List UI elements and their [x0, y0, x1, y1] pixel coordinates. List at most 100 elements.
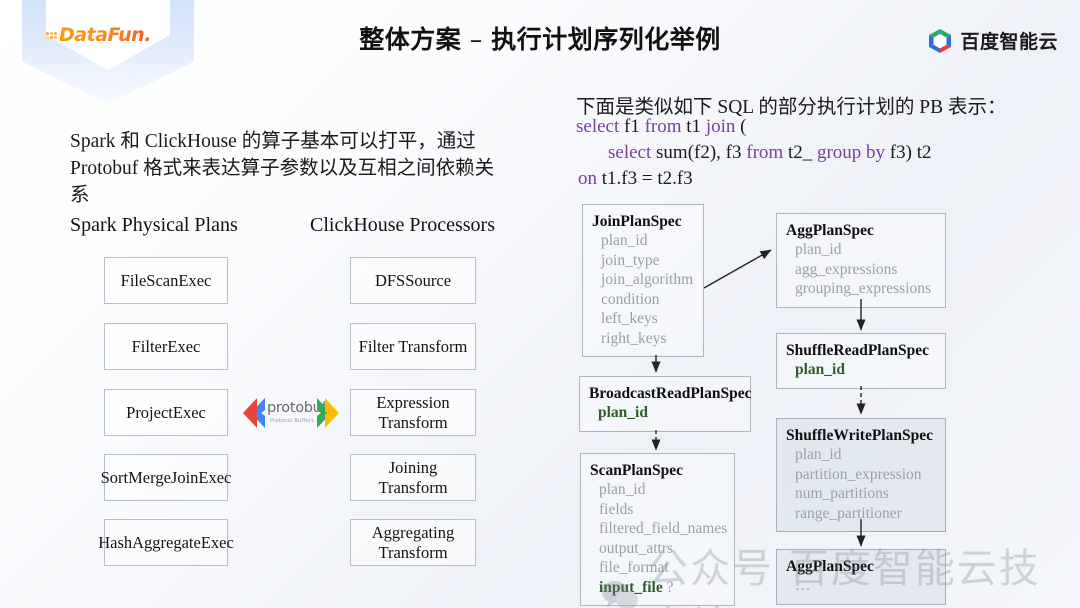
spec-field-name: plan_id [601, 232, 648, 249]
spec-field: plan_id [592, 231, 694, 251]
spec-field: plan_id [786, 445, 936, 465]
spec-field: join_algorithm [592, 270, 694, 290]
baidu-cloud-mark-icon [927, 28, 953, 54]
spark-operator-box[interactable]: SortMergeJoinExec [101, 454, 231, 501]
protobuf-subtitle: Protocol Buffers [269, 418, 315, 424]
sql-keyword: from [644, 116, 682, 137]
spark-operator-label: HashAggregateExec [98, 532, 234, 552]
spec-field-name: output_attrs [599, 539, 674, 557]
clickhouse-operator-label: Joining Transform [378, 457, 448, 497]
shuffle-write-plan-spec[interactable]: ShuffleWritePlanSpec plan_id partition_exp… [776, 418, 946, 532]
spec-field-name: join_algorithm [601, 271, 694, 288]
broadcast-read-plan-spec[interactable]: BroadcastReadPlanSpec plan_id [579, 376, 751, 432]
sql-keyword: group by [816, 142, 886, 163]
spec-field: range_partitioner [786, 504, 936, 524]
spark-operator-box[interactable]: HashAggregateExec [98, 519, 234, 566]
spec-field-name: file_format [599, 559, 669, 576]
spec-field: filtered_field_names [590, 519, 728, 539]
clickhouse-column-heading: ClickHouse Processors [310, 214, 495, 236]
spec-field-name: condition [601, 290, 660, 308]
sql-keyword: select [608, 142, 652, 163]
spec-field: agg_expressions [786, 260, 936, 280]
spec-title: AggPlanSpec [786, 222, 874, 239]
clickhouse-operator-box[interactable]: Joining Transform [350, 454, 476, 501]
shuffle-read-plan-spec[interactable]: ShuffleReadPlanSpec plan_id [776, 333, 946, 389]
spec-field-name: join_type [601, 251, 660, 269]
protobuf-logo: protobuf Protocol Buffers [243, 392, 339, 434]
clickhouse-operator-box[interactable]: Filter Transform [350, 323, 476, 370]
spec-field-name: plan_id [795, 446, 842, 463]
sql-keyword: join [705, 116, 736, 137]
spec-field-name: right_keys [601, 329, 667, 347]
left-description-paragraph: Spark 和 ClickHouse 的算子基本可以打平，通过 Protobuf… [70, 131, 495, 206]
agg-plan-spec-bottom[interactable]: AggPlanSpec… [776, 549, 946, 605]
sql-text: t1.f3 = t2.f3 [597, 168, 693, 189]
spec-field: fields [590, 500, 725, 520]
spec-field-name: plan_id [599, 481, 646, 498]
agg-plan-spec-top[interactable]: AggPlanSpec plan_id agg_expressionsgroupin… [776, 213, 946, 308]
spark-operator-box[interactable]: FilterExec [104, 323, 228, 370]
sql-keyword: on [578, 168, 597, 189]
clickhouse-operator-label: DFSSource [374, 270, 452, 290]
protobuf-left-chevron-icon [243, 398, 265, 428]
page-title-sub: 执行计划序列化举例 [491, 25, 721, 54]
spec-field: left_keys [592, 309, 694, 329]
spec-field: input_file ? [590, 578, 725, 598]
spec-title: AggPlanSpec [786, 558, 874, 575]
spec-title: ShuffleReadPlanSpec [786, 342, 929, 359]
spark-column-heading: Spark Physical Plans [70, 214, 238, 236]
spec-field: … [786, 576, 936, 596]
spec-field-name: input_file [599, 578, 663, 596]
spec-field: file_format [590, 558, 725, 578]
spec-field-name: agg_expressions [795, 260, 898, 278]
sql-line-3: on t1.f3 = t2.f3 [578, 168, 693, 190]
spark-operator-label: FileScanExec [120, 270, 212, 290]
sql-line-2: select sum(f2), f3 from t2_ group by f3)… [608, 142, 931, 164]
spec-field: num_partitions [786, 484, 936, 504]
spec-field: right_keys [592, 329, 694, 349]
scan-plan-spec[interactable]: ScanPlanSpec plan_idfields filtered_field_… [580, 453, 735, 606]
spec-field: plan_id [786, 240, 936, 260]
spec-field: output_attrs [590, 539, 725, 559]
spec-field-name: range_partitioner [795, 504, 902, 522]
sql-text: sum(f2), f3 [651, 142, 747, 163]
spec-title: ShuffleWritePlanSpec [786, 427, 933, 444]
sql-text: ( [735, 116, 747, 137]
page-title-main: 整体方案 [359, 25, 462, 54]
spec-field: plan_id [590, 480, 725, 500]
spark-operator-box[interactable]: ProjectExec [104, 389, 228, 436]
spec-field: condition [592, 290, 694, 310]
clickhouse-operator-label: Aggregating Transform [371, 522, 455, 562]
baidu-cloud-logo-text: 百度智能云 [960, 31, 1058, 53]
spec-title: ScanPlanSpec [590, 462, 684, 479]
clickhouse-operator-box[interactable]: Expression Transform [350, 389, 476, 436]
spec-field-name: partition_expression [795, 465, 922, 483]
spec-field-name: grouping_expressions [795, 280, 932, 297]
spec-field-name: plan_id [598, 404, 648, 421]
spec-field: partition_expression [786, 465, 936, 485]
page-title-dash: – [461, 25, 492, 54]
clickhouse-operator-box[interactable]: Aggregating Transform [350, 519, 476, 566]
clickhouse-operator-label: Expression Transform [376, 392, 450, 432]
spec-field: plan_id [786, 360, 936, 380]
spec-field-name: fields [599, 500, 634, 518]
protobuf-wordmark: protobuf [267, 400, 327, 416]
page-title: 整体方案 – 执行计划序列化举例 [0, 20, 1080, 56]
sql-keyword: from [746, 142, 784, 163]
join-plan-spec[interactable]: JoinPlanSpec plan_id join_type join_algorit… [582, 204, 704, 357]
sql-text: t1 [681, 116, 706, 137]
spec-field-name: filtered_field_names [599, 520, 728, 537]
spec-field-suffix: ? [662, 578, 674, 596]
spec-field-name: num_partitions [795, 485, 889, 502]
protobuf-right-chevron-icon [317, 398, 339, 428]
spec-field-name: plan_id [795, 361, 845, 378]
clickhouse-operator-label: Filter Transform [358, 336, 468, 356]
clickhouse-operator-box[interactable]: DFSSource [350, 257, 476, 304]
slide-root: DataFun. 整体方案 – 执行计划序列化举例 百度智能云 Spark 和 … [0, 0, 1080, 608]
sql-keyword: select [576, 116, 620, 137]
spark-operator-label: FilterExec [131, 336, 201, 356]
spark-operator-box[interactable]: FileScanExec [104, 257, 228, 304]
spark-operator-label: SortMergeJoinExec [100, 467, 232, 487]
spec-title: BroadcastReadPlanSpec [589, 385, 752, 402]
header-ribbon-decoration [22, 0, 194, 112]
